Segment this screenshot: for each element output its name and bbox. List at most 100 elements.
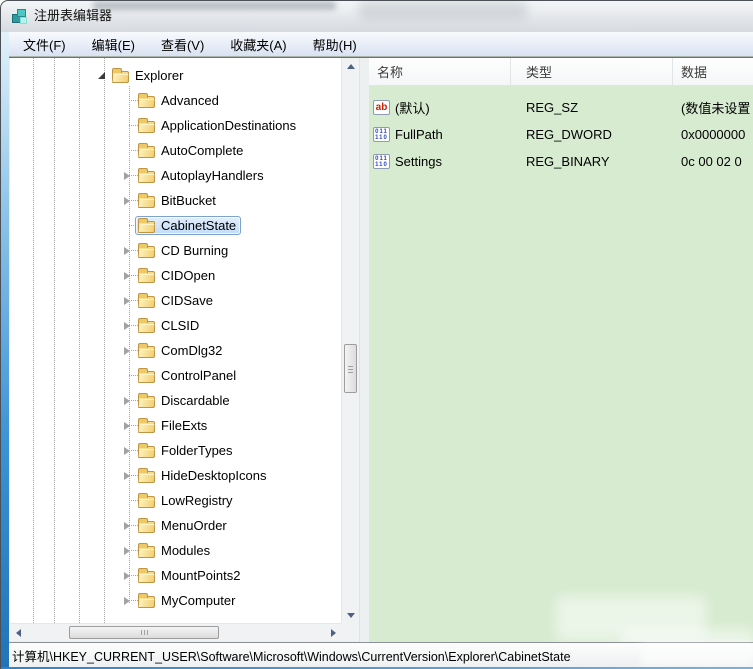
- value-name-cell: 011110Settings: [369, 154, 511, 169]
- tree-item-label: MenuOrder: [161, 518, 227, 533]
- tree-item-body[interactable]: CIDOpen: [135, 266, 220, 285]
- tree-item-modules[interactable]: Modules: [10, 538, 341, 563]
- tree-item-cidopen[interactable]: CIDOpen: [10, 263, 341, 288]
- title-bar[interactable]: 注册表编辑器: [1, 1, 753, 32]
- tree-item-applicationdestinations[interactable]: ApplicationDestinations: [10, 113, 341, 138]
- tree-item-explorer[interactable]: Explorer: [10, 63, 341, 88]
- watermark-blur: [641, 643, 753, 667]
- tree-item-body[interactable]: HideDesktopIcons: [135, 466, 272, 485]
- collapse-arrow-icon[interactable]: [121, 195, 133, 207]
- tree-item-label: Explorer: [135, 68, 183, 83]
- value-type-cell: REG_BINARY: [511, 154, 673, 169]
- value-data-cell: 0c 00 02 0: [673, 154, 753, 169]
- tree-item-body[interactable]: Advanced: [135, 91, 224, 110]
- tree-item-comdlg32[interactable]: ComDlg32: [10, 338, 341, 363]
- tree-item-body[interactable]: CD Burning: [135, 241, 233, 260]
- tree-item-cd-burning[interactable]: CD Burning: [10, 238, 341, 263]
- menu-view[interactable]: 查看(V): [157, 33, 208, 56]
- tree-item-bitbucket[interactable]: BitBucket: [10, 188, 341, 213]
- tree-item-cidsave[interactable]: CIDSave: [10, 288, 341, 313]
- collapsed-triangle: [124, 597, 130, 605]
- vertical-scrollbar-thumb[interactable]: [344, 344, 357, 393]
- scroll-down-button[interactable]: [342, 607, 360, 623]
- tree-item-mycomputer[interactable]: MyComputer: [10, 588, 341, 613]
- tree-item-cabinetstate[interactable]: CabinetState: [10, 213, 341, 238]
- column-header-type[interactable]: 类型: [511, 58, 673, 85]
- collapse-arrow-icon[interactable]: [121, 245, 133, 257]
- watermark-blur: [621, 629, 753, 642]
- column-header-data[interactable]: 数据: [673, 58, 753, 85]
- tree-item-body[interactable]: AutoplayHandlers: [135, 166, 269, 185]
- tree-item-controlpanel[interactable]: ControlPanel: [10, 363, 341, 388]
- tree-item-body[interactable]: Explorer: [109, 66, 188, 85]
- menu-edit[interactable]: 编辑(E): [88, 33, 139, 56]
- window-left-border: [1, 32, 9, 667]
- tree-item-hidedesktopicons[interactable]: HideDesktopIcons: [10, 463, 341, 488]
- tree-item-body[interactable]: MenuOrder: [135, 516, 232, 535]
- collapse-arrow-icon[interactable]: [121, 270, 133, 282]
- collapse-arrow-icon[interactable]: [121, 520, 133, 532]
- tree-item-body[interactable]: AutoComplete: [135, 141, 248, 160]
- tree-item-autoplayhandlers[interactable]: AutoplayHandlers: [10, 163, 341, 188]
- tree-item-menuorder[interactable]: MenuOrder: [10, 513, 341, 538]
- menu-help[interactable]: 帮助(H): [309, 33, 361, 56]
- registry-value-row[interactable]: ab(默认)REG_SZ(数值未设置: [369, 94, 753, 121]
- scroll-left-button[interactable]: [10, 624, 26, 641]
- collapsed-triangle: [124, 422, 130, 430]
- tree-item-autocomplete[interactable]: AutoComplete: [10, 138, 341, 163]
- tree-item-lowregistry[interactable]: LowRegistry: [10, 488, 341, 513]
- value-name: FullPath: [395, 127, 443, 142]
- collapse-arrow-icon[interactable]: [121, 445, 133, 457]
- registry-value-row[interactable]: 011110SettingsREG_BINARY0c 00 02 0: [369, 148, 753, 175]
- tree-item-body[interactable]: ControlPanel: [135, 366, 241, 385]
- column-header-name[interactable]: 名称: [369, 58, 511, 85]
- tree-item-discardable[interactable]: Discardable: [10, 388, 341, 413]
- collapse-arrow-icon[interactable]: [121, 295, 133, 307]
- tree-item-body[interactable]: BitBucket: [135, 191, 221, 210]
- tree-item-body[interactable]: CLSID: [135, 316, 204, 335]
- tree-item-body[interactable]: ApplicationDestinations: [135, 116, 301, 135]
- collapsed-triangle: [124, 472, 130, 480]
- expand-arrow-icon[interactable]: [95, 70, 107, 82]
- tree-item-advanced[interactable]: Advanced: [10, 88, 341, 113]
- collapse-arrow-icon[interactable]: [121, 420, 133, 432]
- collapse-arrow-icon[interactable]: [121, 470, 133, 482]
- tree-item-body[interactable]: LowRegistry: [135, 491, 238, 510]
- tree-item-clsid[interactable]: CLSID: [10, 313, 341, 338]
- tree-items: Explorer Advanced ApplicationDestinations A…: [10, 63, 341, 613]
- scroll-up-button[interactable]: [342, 58, 360, 74]
- value-type-cell: REG_SZ: [511, 100, 673, 115]
- tree-item-foldertypes[interactable]: FolderTypes: [10, 438, 341, 463]
- tree-item-body[interactable]: MountPoints2: [135, 566, 246, 585]
- menu-file[interactable]: 文件(F): [19, 33, 70, 56]
- tree-item-mountpoints2[interactable]: MountPoints2: [10, 563, 341, 588]
- menu-favorites[interactable]: 收藏夹(A): [226, 33, 290, 56]
- tree-item-body[interactable]: CabinetState: [135, 216, 241, 235]
- collapse-arrow-icon[interactable]: [121, 595, 133, 607]
- tree-item-label: LowRegistry: [161, 493, 233, 508]
- tree-item-body[interactable]: MyComputer: [135, 591, 240, 610]
- collapse-arrow-icon[interactable]: [121, 545, 133, 557]
- panel-splitter[interactable]: [359, 58, 369, 642]
- folder-icon: [138, 121, 155, 133]
- tree-item-fileexts[interactable]: FileExts: [10, 413, 341, 438]
- tree-item-body[interactable]: FolderTypes: [135, 441, 238, 460]
- tree-vertical-scrollbar[interactable]: [341, 58, 359, 623]
- tree-item-body[interactable]: FileExts: [135, 416, 212, 435]
- tree-item-body[interactable]: ComDlg32: [135, 341, 227, 360]
- collapsed-triangle: [124, 572, 130, 580]
- collapsed-triangle: [124, 522, 130, 530]
- registry-value-row[interactable]: 011110FullPathREG_DWORD0x0000000: [369, 121, 753, 148]
- scroll-right-button[interactable]: [325, 624, 341, 641]
- collapse-arrow-icon[interactable]: [121, 320, 133, 332]
- horizontal-scrollbar-thumb[interactable]: [69, 626, 219, 639]
- collapse-arrow-icon[interactable]: [121, 170, 133, 182]
- tree-horizontal-scrollbar[interactable]: [10, 623, 341, 641]
- collapse-arrow-icon[interactable]: [121, 345, 133, 357]
- tree-item-body[interactable]: Modules: [135, 541, 215, 560]
- tree-item-body[interactable]: Discardable: [135, 391, 235, 410]
- tree-item-body[interactable]: CIDSave: [135, 291, 218, 310]
- collapse-arrow-icon[interactable]: [121, 395, 133, 407]
- right-arrow-icon: [331, 629, 336, 637]
- collapse-arrow-icon[interactable]: [121, 570, 133, 582]
